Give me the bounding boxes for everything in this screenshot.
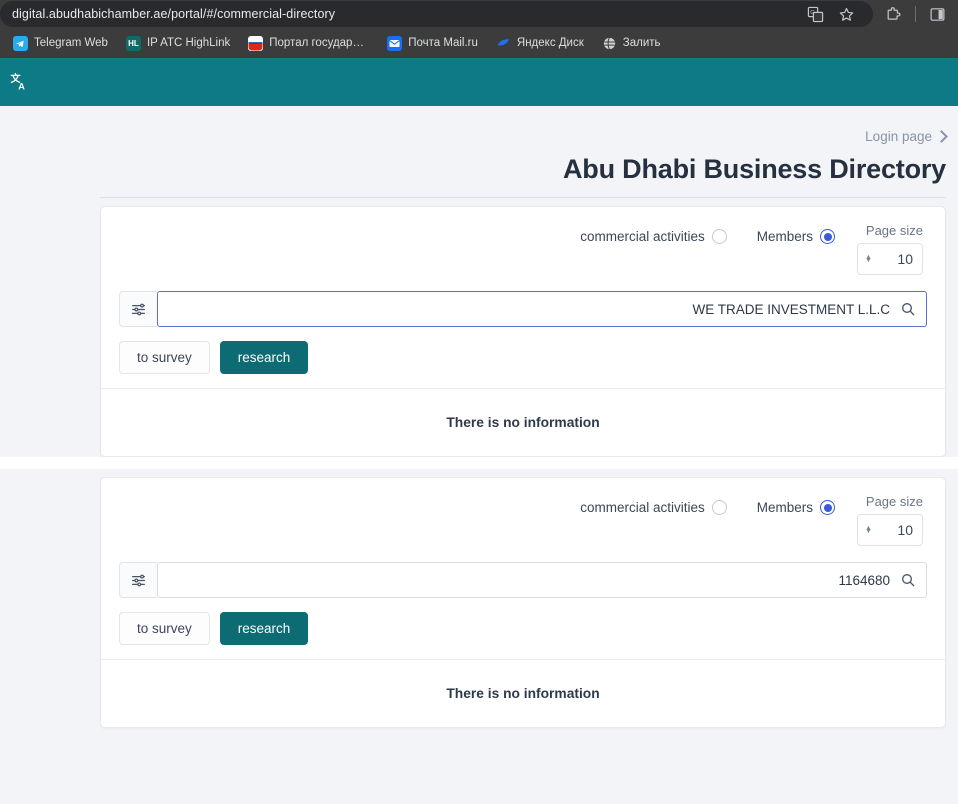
members-search-card-1: commercial activities Members Page size (100, 206, 946, 457)
bookmark-mail-ru[interactable]: Почта Mail.ru (380, 33, 485, 54)
radio-indicator[interactable] (711, 229, 727, 244)
toolbar-divider (915, 6, 916, 22)
globe-icon (602, 36, 617, 51)
side-panel-icon[interactable] (929, 6, 946, 23)
address-bar-url: digital.abudhabichamber.ae/portal/#/comm… (12, 7, 336, 21)
page-size-input[interactable]: ▲ ▼ 10 (857, 243, 923, 275)
browser-chrome: digital.abudhabichamber.ae/portal/#/comm… (0, 0, 958, 58)
card-controls-row: commercial activities Members Page size (119, 494, 927, 546)
search-row: 1164680 (119, 562, 927, 598)
radio-indicator[interactable] (820, 500, 835, 515)
yandex-disk-icon (496, 36, 511, 51)
page-size-value: 10 (897, 522, 913, 538)
search-input-value: 1164680 (838, 572, 890, 588)
bookmark-zalit[interactable]: Залить (595, 33, 668, 54)
page-size-input[interactable]: ▲ ▼ 10 (857, 514, 923, 546)
bookmark-yandex-disk[interactable]: Яндекс Диск (489, 33, 591, 54)
page-size-label: Page size (865, 494, 923, 509)
site-header-bar: 文 A (0, 58, 958, 106)
to-survey-button[interactable]: to survey (119, 612, 210, 645)
radio-label: Members (756, 500, 813, 515)
bookmark-label: Telegram Web (34, 37, 108, 49)
page-title: Abu Dhabi Business Directory (563, 154, 946, 184)
svg-text:A: A (18, 81, 25, 91)
svg-text:G: G (810, 10, 814, 16)
to-survey-button[interactable]: to survey (119, 341, 210, 374)
mailru-icon (387, 35, 403, 51)
search-row: WE TRADE INVESTMENT L.L.C (119, 291, 927, 327)
search-input[interactable]: WE TRADE INVESTMENT L.L.C (157, 291, 927, 327)
translate-icon[interactable]: G (807, 6, 824, 23)
section-divider (100, 197, 946, 198)
research-button[interactable]: research (219, 612, 309, 645)
gosuslugi-icon (248, 35, 264, 51)
telegram-icon (13, 35, 28, 51)
page-size-label: Page size (865, 223, 923, 238)
card-controls-row: commercial activities Members Page size (119, 223, 927, 275)
browser-toolbar: digital.abudhabichamber.ae/portal/#/comm… (0, 0, 958, 28)
radio-commercial-activities[interactable]: commercial activities (580, 229, 727, 244)
bookmark-label: Портал государст… (269, 37, 370, 49)
page-size-control: Page size ▲ ▼ 10 (857, 494, 923, 546)
section-gap (0, 457, 958, 469)
radio-label: commercial activities (580, 500, 705, 515)
radio-commercial-activities[interactable]: commercial activities (580, 500, 727, 515)
highlink-icon: HL (125, 35, 141, 51)
bookmark-label: Яндекс Диск (516, 37, 584, 49)
radio-indicator[interactable] (820, 229, 835, 244)
bookmark-telegram-web[interactable]: Telegram Web (6, 33, 115, 54)
search-type-radio-group: commercial activities Members (580, 494, 835, 515)
radio-members[interactable]: Members (757, 229, 835, 244)
filter-button[interactable] (119, 291, 157, 327)
panel-section-1: commercial activities Members Page size (0, 197, 958, 457)
login-page-link-wrap: Login page (0, 128, 948, 146)
page-header: Login page Abu Dhabi Business Directory (0, 106, 958, 185)
bookmarks-bar: Telegram Web HL IP ATC HighLink Портал г… (0, 28, 958, 58)
bookmark-ip-atc-highlink[interactable]: HL IP ATC HighLink (119, 33, 237, 54)
members-search-card-2: commercial activities Members Page size (100, 477, 946, 728)
translate-icon[interactable]: 文 A (10, 71, 32, 93)
empty-state-message: There is no information (446, 686, 600, 701)
sliders-icon (132, 574, 145, 586)
search-input-value: WE TRADE INVESTMENT L.L.C (692, 301, 890, 317)
filter-button[interactable] (119, 562, 157, 598)
search-type-radio-group: commercial activities Members (580, 223, 835, 244)
panel-section-2: commercial activities Members Page size (0, 477, 958, 728)
page-size-value: 10 (897, 251, 913, 267)
search-input[interactable]: 1164680 (157, 562, 927, 598)
search-icon[interactable] (900, 572, 916, 588)
radio-label: commercial activities (580, 229, 705, 244)
stepper-arrows-icon[interactable]: ▲ ▼ (865, 254, 872, 264)
action-buttons: to survey research (119, 612, 927, 645)
empty-state-message: There is no information (446, 415, 600, 430)
page-size-control: Page size ▲ ▼ 10 (857, 223, 923, 275)
radio-indicator[interactable] (711, 500, 727, 515)
bookmark-star-icon[interactable] (838, 6, 855, 23)
address-bar[interactable]: digital.abudhabichamber.ae/portal/#/comm… (0, 1, 873, 27)
bookmark-gosuslugi[interactable]: Портал государст… (241, 33, 376, 54)
bookmark-label: Залить (622, 37, 661, 49)
chevron-right-icon (935, 130, 948, 143)
sliders-icon (132, 303, 145, 315)
bookmark-label: Почта Mail.ru (408, 37, 478, 49)
extensions-icon[interactable] (885, 6, 902, 23)
radio-members[interactable]: Members (757, 500, 835, 515)
page-content: Login page Abu Dhabi Business Directory … (0, 106, 958, 728)
bookmark-label: IP ATC HighLink (146, 37, 231, 49)
login-page-link[interactable]: Login page (865, 129, 948, 144)
radio-label: Members (756, 229, 813, 244)
search-icon[interactable] (900, 301, 916, 317)
action-buttons: to survey research (119, 341, 927, 374)
login-page-link-label: Login page (865, 129, 932, 144)
stepper-arrows-icon[interactable]: ▲ ▼ (865, 525, 872, 535)
research-button[interactable]: research (219, 341, 309, 374)
